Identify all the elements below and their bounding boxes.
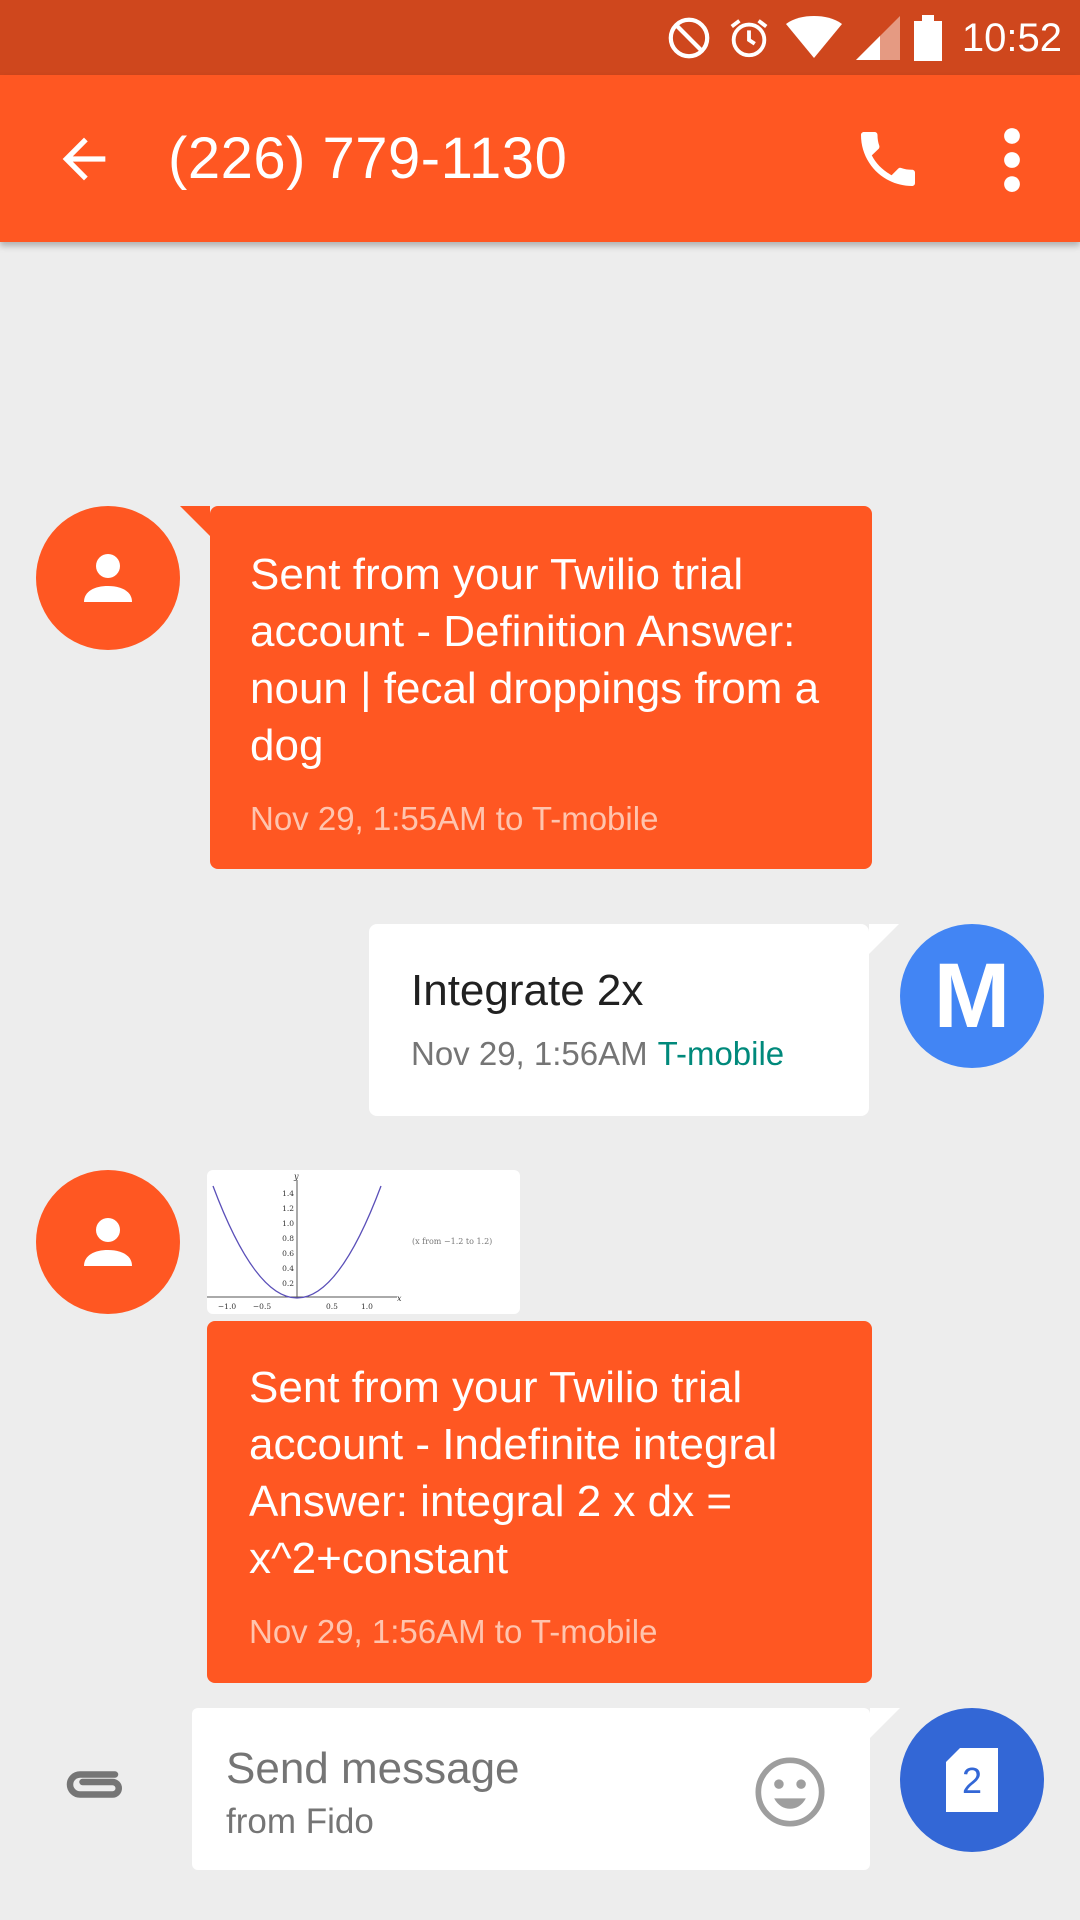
person-icon <box>84 1218 132 1266</box>
y-tick: 0.4 <box>282 1264 294 1273</box>
message-meta: Nov 29, 1:56AM to T-mobile <box>249 1613 832 1651</box>
message-text: Sent from your Twilio trial account - In… <box>249 1363 778 1583</box>
send-button[interactable]: 2 <box>900 1708 1044 1852</box>
contact-avatar[interactable] <box>36 506 180 650</box>
bubble-tail <box>869 924 899 954</box>
conversation-title: (226) 779-1130 <box>168 126 568 191</box>
do-not-disturb-icon <box>668 17 710 59</box>
message-input[interactable]: Send message <box>226 1744 520 1794</box>
more-vert-icon[interactable] <box>990 125 1034 195</box>
message-bubble-incoming[interactable]: Sent from your Twilio trial account - In… <box>207 1321 872 1683</box>
message-meta: Nov 29, 1:55AM to T-mobile <box>250 800 832 838</box>
x-tick: −0.5 <box>253 1302 271 1311</box>
paperclip-icon[interactable] <box>60 1762 130 1812</box>
y-tick: 0.6 <box>282 1249 294 1258</box>
phone-icon[interactable] <box>852 123 924 195</box>
message-composer[interactable]: Send message from Fido <box>192 1708 870 1870</box>
contact-avatar[interactable] <box>36 1170 180 1314</box>
y-tick: 1.0 <box>282 1219 294 1228</box>
status-time: 10:52 <box>961 15 1062 60</box>
back-arrow-icon[interactable] <box>52 127 116 191</box>
sender-avatar[interactable]: M <box>900 924 1044 1068</box>
message-carrier: T-mobile <box>657 1035 785 1072</box>
message-text: Integrate 2x <box>411 966 644 1015</box>
x-axis-label: x <box>397 1294 402 1303</box>
message-bubble-outgoing[interactable]: Integrate 2x Nov 29, 1:56AM T-mobile <box>369 924 869 1116</box>
y-axis-label: y <box>293 1172 299 1181</box>
y-tick: 0.2 <box>282 1279 294 1288</box>
bubble-tail <box>870 1708 900 1738</box>
app-bar: (226) 779-1130 <box>0 75 1080 242</box>
status-icons: 10:52 <box>666 10 1062 66</box>
x-tick: 0.5 <box>326 1302 338 1311</box>
message-timestamp: Nov 29, 1:56AM <box>249 1613 486 1650</box>
emoji-icon[interactable] <box>752 1754 828 1830</box>
y-tick: 1.2 <box>282 1204 294 1213</box>
sim-card-icon: 2 <box>946 1748 998 1812</box>
message-bubble-incoming[interactable]: Sent from your Twilio trial account - De… <box>210 506 872 869</box>
message-meta: Nov 29, 1:56AM T-mobile <box>411 1035 827 1073</box>
message-text: Sent from your Twilio trial account - De… <box>250 550 820 770</box>
person-icon <box>84 554 132 602</box>
status-bar: 10:52 <box>0 0 1080 75</box>
wifi-icon <box>785 16 842 58</box>
image-attachment[interactable]: y x 1.4 1.2 1.0 0.8 0.6 0.4 0.2 −1.0 −0.… <box>207 1170 520 1314</box>
battery-icon <box>913 15 942 61</box>
plot-image: y x 1.4 1.2 1.0 0.8 0.6 0.4 0.2 −1.0 −0.… <box>207 1172 492 1311</box>
bubble-tail <box>180 506 210 536</box>
x-tick: −1.0 <box>218 1302 236 1311</box>
sim-number: 2 <box>961 1760 983 1801</box>
message-timestamp: Nov 29, 1:56AM <box>411 1035 648 1072</box>
y-tick: 1.4 <box>282 1189 294 1198</box>
composer-sim-label: from Fido <box>226 1802 374 1841</box>
plot-note: (x from −1.2 to 1.2) <box>412 1237 492 1246</box>
cell-signal-icon <box>855 16 900 60</box>
y-tick: 0.8 <box>282 1234 294 1243</box>
alarm-icon <box>730 19 768 58</box>
message-route: to T-mobile <box>495 800 659 837</box>
message-route: to T-mobile <box>494 1613 658 1650</box>
x-tick: 1.0 <box>361 1302 373 1311</box>
message-timestamp: Nov 29, 1:55AM <box>250 800 487 837</box>
